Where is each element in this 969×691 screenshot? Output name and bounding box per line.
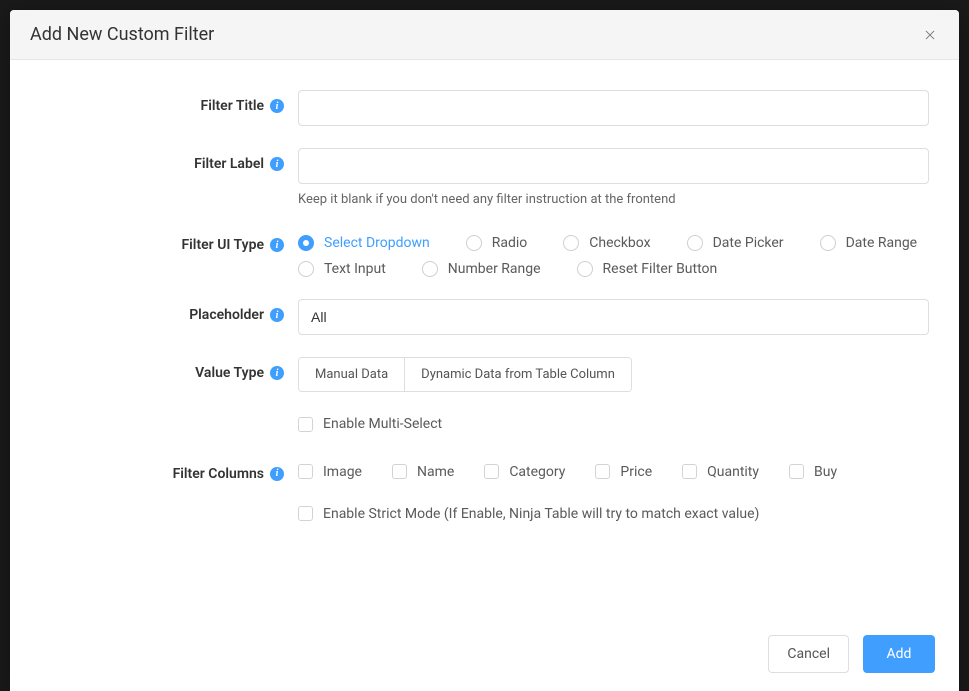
filter-title-input[interactable] xyxy=(298,90,929,126)
radio-label: Date Range xyxy=(846,235,918,251)
label-filter-columns: Filter Columns i xyxy=(40,458,298,482)
filter-column-name[interactable]: Name xyxy=(392,464,454,480)
checkbox-icon xyxy=(595,464,610,479)
row-multi-select: Enable Multi-Select xyxy=(40,414,929,436)
checkbox-label: Buy xyxy=(814,464,837,480)
label-value-type: Value Type i xyxy=(40,357,298,381)
row-strict-mode: Enable Strict Mode (If Enable, Ninja Tab… xyxy=(40,504,929,526)
modal-body: Filter Title i Filter Label i Keep it bl… xyxy=(10,60,959,621)
radio-icon xyxy=(820,235,836,251)
row-filter-title: Filter Title i xyxy=(40,90,929,126)
add-button[interactable]: Add xyxy=(863,635,935,673)
checkbox-icon xyxy=(682,464,697,479)
filter-column-quantity[interactable]: Quantity xyxy=(682,464,759,480)
checkbox-icon xyxy=(298,506,313,521)
radio-icon xyxy=(563,235,579,251)
radio-icon xyxy=(298,261,314,277)
info-icon[interactable]: i xyxy=(270,99,284,113)
radio-icon xyxy=(577,261,593,277)
checkbox-label: Image xyxy=(323,464,362,480)
label-text: Filter UI Type xyxy=(181,237,264,253)
ui-type-select_dropdown[interactable]: Select Dropdown xyxy=(298,235,430,251)
info-icon[interactable]: i xyxy=(270,308,284,322)
info-icon[interactable]: i xyxy=(270,366,284,380)
radio-label: Select Dropdown xyxy=(324,235,430,251)
ui-type-date_picker[interactable]: Date Picker xyxy=(687,235,784,251)
row-value-type: Value Type i Manual DataDynamic Data fro… xyxy=(40,357,929,392)
modal-header: Add New Custom Filter xyxy=(10,10,959,60)
label-text: Filter Columns xyxy=(173,466,264,482)
radio-icon xyxy=(298,235,314,251)
checkbox-label: Enable Multi-Select xyxy=(323,416,442,432)
add-custom-filter-modal: Add New Custom Filter Filter Title i Fil… xyxy=(10,10,959,691)
filter-label-hint: Keep it blank if you don't need any filt… xyxy=(298,192,929,207)
ui-type-checkbox[interactable]: Checkbox xyxy=(563,235,650,251)
cancel-button[interactable]: Cancel xyxy=(768,635,849,673)
label-text: Filter Title xyxy=(201,98,265,114)
filter-columns-group: Image Name Category Price Quantity Buy xyxy=(298,458,929,480)
ui-type-radio-group: Select Dropdown Radio Checkbox Date Picker D… xyxy=(298,229,929,277)
radio-label: Radio xyxy=(492,235,528,251)
ui-type-reset_button[interactable]: Reset Filter Button xyxy=(577,261,718,277)
ui-type-text_input[interactable]: Text Input xyxy=(298,261,386,277)
label-text: Placeholder xyxy=(189,307,264,323)
checkbox-label: Enable Strict Mode (If Enable, Ninja Tab… xyxy=(323,506,759,522)
info-icon[interactable]: i xyxy=(270,467,284,481)
modal-footer: Cancel Add xyxy=(10,621,959,691)
close-icon xyxy=(923,28,937,42)
checkbox-icon xyxy=(298,464,313,479)
radio-label: Date Picker xyxy=(713,235,784,251)
radio-label: Text Input xyxy=(324,261,386,277)
radio-label: Reset Filter Button xyxy=(603,261,718,277)
close-button[interactable] xyxy=(921,26,939,44)
label-filter-ui-type: Filter UI Type i xyxy=(40,229,298,253)
filter-label-input[interactable] xyxy=(298,148,929,184)
modal-title: Add New Custom Filter xyxy=(30,24,214,45)
checkbox-icon xyxy=(789,464,804,479)
ui-type-date_range[interactable]: Date Range xyxy=(820,235,918,251)
label-filter-title: Filter Title i xyxy=(40,90,298,114)
value-type-button-group: Manual DataDynamic Data from Table Colum… xyxy=(298,357,632,392)
label-filter-label: Filter Label i xyxy=(40,148,298,172)
ui-type-radio[interactable]: Radio xyxy=(466,235,528,251)
checkbox-icon xyxy=(298,417,313,432)
radio-icon xyxy=(422,261,438,277)
radio-label: Checkbox xyxy=(589,235,650,251)
info-icon[interactable]: i xyxy=(270,238,284,252)
checkbox-icon xyxy=(392,464,407,479)
filter-column-price[interactable]: Price xyxy=(595,464,652,480)
checkbox-label: Category xyxy=(509,464,565,480)
row-filter-columns: Filter Columns i Image Name Category Price Q… xyxy=(40,458,929,482)
label-text: Filter Label xyxy=(194,156,264,172)
filter-column-image[interactable]: Image xyxy=(298,464,362,480)
info-icon[interactable]: i xyxy=(270,157,284,171)
filter-column-buy[interactable]: Buy xyxy=(789,464,837,480)
label-placeholder: Placeholder i xyxy=(40,299,298,323)
filter-column-category[interactable]: Category xyxy=(484,464,565,480)
value-type-manual[interactable]: Manual Data xyxy=(299,358,404,391)
strict-mode-checkbox[interactable]: Enable Strict Mode (If Enable, Ninja Tab… xyxy=(298,506,759,522)
label-text: Value Type xyxy=(195,365,264,381)
ui-type-number_range[interactable]: Number Range xyxy=(422,261,541,277)
row-filter-ui-type: Filter UI Type i Select Dropdown Radio Che… xyxy=(40,229,929,277)
radio-label: Number Range xyxy=(448,261,541,277)
checkbox-label: Price xyxy=(620,464,652,480)
value-type-dynamic[interactable]: Dynamic Data from Table Column xyxy=(404,358,631,391)
checkbox-label: Name xyxy=(417,464,454,480)
row-placeholder: Placeholder i xyxy=(40,299,929,335)
radio-icon xyxy=(466,235,482,251)
placeholder-input[interactable] xyxy=(298,299,929,335)
checkbox-label: Quantity xyxy=(707,464,759,480)
radio-icon xyxy=(687,235,703,251)
row-filter-label: Filter Label i Keep it blank if you don'… xyxy=(40,148,929,207)
multi-select-checkbox[interactable]: Enable Multi-Select xyxy=(298,416,442,432)
checkbox-icon xyxy=(484,464,499,479)
